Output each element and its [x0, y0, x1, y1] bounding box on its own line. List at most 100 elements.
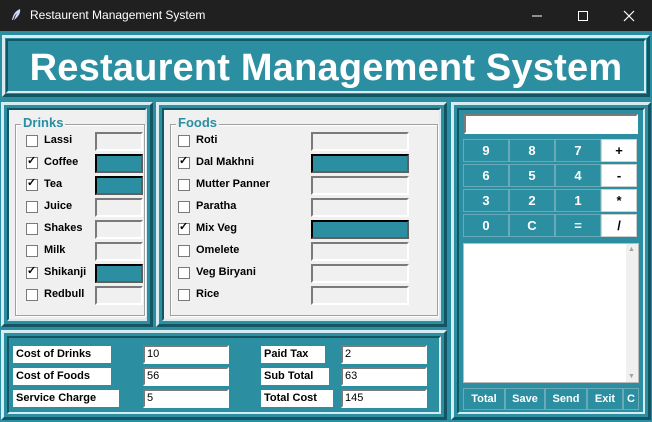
sub-total-field[interactable]: 63: [341, 367, 427, 386]
calc-key-6[interactable]: 4: [555, 164, 601, 187]
maximize-button[interactable]: [560, 0, 606, 31]
calc-key-4[interactable]: 6: [463, 164, 509, 187]
food-checkbox-4[interactable]: [178, 220, 190, 235]
calc-key-8[interactable]: 3: [463, 189, 509, 212]
minimize-icon: [532, 15, 542, 17]
calc-key-13[interactable]: C: [509, 214, 555, 237]
cost-of-foods-label: Cost of Foods: [13, 368, 111, 385]
food-checkbox-1[interactable]: [178, 154, 190, 169]
drink-quantity-1[interactable]: [95, 154, 143, 173]
food-checkbox-6[interactable]: [178, 267, 190, 279]
calc-key-11[interactable]: *: [601, 189, 637, 212]
paid-tax-label: Paid Tax: [261, 346, 325, 363]
calc-key-10[interactable]: 1: [555, 189, 601, 212]
food-quantity-3[interactable]: [311, 198, 409, 217]
calc-key-3[interactable]: +: [601, 139, 637, 162]
calc-key-15[interactable]: /: [601, 214, 637, 237]
calc-key-9[interactable]: 2: [509, 189, 555, 212]
food-label-5: Omelete: [196, 244, 240, 256]
window-title: Restaurent Management System: [30, 8, 206, 22]
drink-checkbox-6[interactable]: [26, 264, 38, 279]
sub-total-label: Sub Total: [261, 368, 329, 385]
drink-checkbox-0[interactable]: [26, 135, 38, 147]
drink-checkbox-3[interactable]: [26, 201, 38, 213]
page-title: Restaurent Management System: [29, 47, 623, 89]
cost-panel: Cost of Drinks 10 Cost of Foods 56 Servi…: [7, 336, 441, 414]
scroll-down-icon: ▼: [628, 373, 635, 380]
clear-button[interactable]: C: [623, 388, 639, 410]
food-quantity-6[interactable]: [311, 264, 409, 283]
food-quantity-0[interactable]: [311, 132, 409, 151]
paid-tax-field[interactable]: 2: [341, 345, 427, 364]
food-checkbox-3[interactable]: [178, 201, 190, 213]
feather-icon: [12, 9, 21, 20]
drinks-panel: Drinks Lassi Coffee Tea Juice Shakes Mil…: [7, 108, 147, 321]
header-banner: Restaurent Management System: [2, 35, 650, 97]
calc-key-14[interactable]: =: [555, 214, 601, 237]
drink-checkbox-7[interactable]: [26, 289, 38, 301]
drink-label-0: Lassi: [44, 134, 73, 146]
drink-label-3: Juice: [44, 200, 73, 212]
total-cost-label: Total Cost: [261, 390, 333, 407]
drink-quantity-2[interactable]: [95, 176, 143, 195]
calc-key-5[interactable]: 5: [509, 164, 555, 187]
receipt-text-area[interactable]: ▲ ▼: [463, 243, 639, 383]
drink-checkbox-2[interactable]: [26, 176, 38, 191]
food-quantity-1[interactable]: [311, 154, 409, 173]
food-checkbox-0[interactable]: [178, 135, 190, 147]
food-checkbox-5[interactable]: [178, 245, 190, 257]
send-button[interactable]: Send: [545, 388, 587, 410]
close-button[interactable]: [606, 0, 652, 31]
drink-label-4: Shakes: [44, 222, 83, 234]
calculator-panel: 9 8 7 +6 5 4-3 2 1 * 0 C = / ▲ ▼ Total Save Send Exi…: [457, 108, 645, 414]
food-quantity-2[interactable]: [311, 176, 409, 195]
drink-quantity-3[interactable]: [95, 198, 143, 217]
drink-label-5: Milk: [44, 244, 66, 256]
service-charge-label: Service Charge: [13, 390, 119, 407]
drink-quantity-6[interactable]: [95, 264, 143, 283]
food-label-6: Veg Biryani: [196, 266, 256, 278]
calc-key-1[interactable]: 8: [509, 139, 555, 162]
drink-quantity-7[interactable]: [95, 286, 143, 305]
food-label-1: Dal Makhni: [196, 156, 255, 168]
calc-key-0[interactable]: 9: [463, 139, 509, 162]
total-cost-field[interactable]: 145: [341, 389, 427, 408]
food-quantity-5[interactable]: [311, 242, 409, 261]
drink-quantity-4[interactable]: [95, 220, 143, 239]
calc-key-12[interactable]: 0: [463, 214, 509, 237]
receipt-scrollbar[interactable]: ▲ ▼: [626, 244, 638, 382]
minimize-button[interactable]: [514, 0, 560, 31]
drink-checkbox-5[interactable]: [26, 245, 38, 257]
food-checkbox-2[interactable]: [178, 179, 190, 191]
foods-panel: Foods Roti Dal Makhni Mutter Panner Para…: [162, 108, 441, 321]
drink-checkbox-4[interactable]: [26, 223, 38, 235]
app-body: Restaurent Management System Drinks Lass…: [0, 31, 652, 422]
drink-quantity-5[interactable]: [95, 242, 143, 261]
drink-label-2: Tea: [44, 178, 63, 190]
calc-key-7[interactable]: -: [601, 164, 637, 187]
title-bar: Restaurent Management System: [0, 0, 652, 31]
drink-checkbox-1[interactable]: [26, 154, 38, 169]
exit-button[interactable]: Exit: [587, 388, 623, 410]
drink-quantity-0[interactable]: [95, 132, 143, 151]
foods-group-title: Foods: [176, 115, 219, 130]
food-checkbox-7[interactable]: [178, 289, 190, 301]
calculator-display[interactable]: [464, 114, 638, 134]
cost-of-drinks-field[interactable]: 10: [143, 345, 229, 364]
total-button[interactable]: Total: [463, 388, 505, 410]
maximize-icon: [578, 11, 588, 21]
drink-label-7: Redbull: [44, 288, 85, 300]
scroll-up-icon: ▲: [628, 246, 635, 253]
calc-key-2[interactable]: 7: [555, 139, 601, 162]
cost-of-foods-field[interactable]: 56: [143, 367, 229, 386]
cost-of-drinks-label: Cost of Drinks: [13, 346, 111, 363]
food-quantity-4[interactable]: [311, 220, 409, 239]
drink-label-1: Coffee: [44, 156, 79, 168]
service-charge-field[interactable]: 5: [143, 389, 229, 408]
food-label-3: Paratha: [196, 200, 237, 212]
food-label-4: Mix Veg: [196, 222, 237, 234]
food-quantity-7[interactable]: [311, 286, 409, 305]
food-label-7: Rice: [196, 288, 220, 300]
food-label-2: Mutter Panner: [196, 178, 270, 190]
save-button[interactable]: Save: [505, 388, 545, 410]
